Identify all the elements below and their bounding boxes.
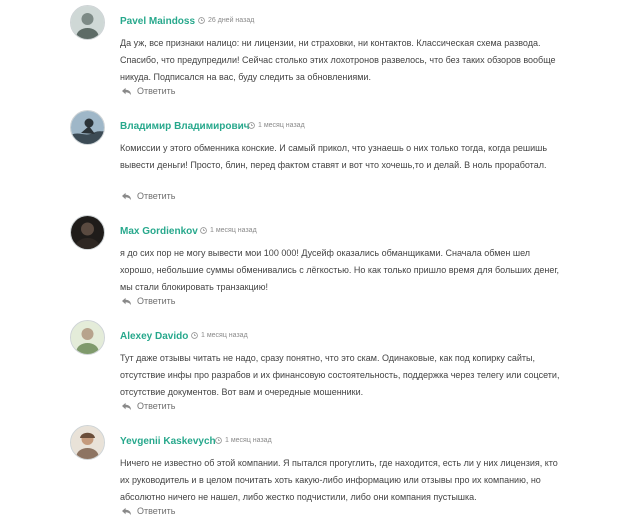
comment-meta: 1 месяц назад xyxy=(200,227,257,234)
reply-button[interactable]: Ответить xyxy=(121,401,175,411)
reply-button[interactable]: Ответить xyxy=(121,86,175,96)
user-avatar-icon xyxy=(71,111,104,144)
reply-label: Ответить xyxy=(137,401,176,411)
comment-text: Ничего не известно об этой компании. Я п… xyxy=(120,458,558,502)
avatar[interactable] xyxy=(70,215,105,250)
reply-arrow-icon xyxy=(121,507,132,516)
avatar[interactable] xyxy=(70,425,105,460)
clock-icon xyxy=(248,122,255,129)
comments-list: Pavel Maindoss 26 дней назад Да уж, все … xyxy=(0,0,641,532)
comment-text: Да уж, все признаки налицо: ни лицензии,… xyxy=(120,38,556,82)
comment-meta: 26 дней назад xyxy=(198,17,254,24)
clock-icon xyxy=(200,227,207,234)
comment-text: Комиссии у этого обменника конские. И са… xyxy=(120,143,548,170)
comment-time: 1 месяц назад xyxy=(210,227,257,234)
reply-label: Ответить xyxy=(137,506,176,516)
comment-text: я до сих пор не могу вывести мои 100 000… xyxy=(120,248,560,292)
comment-item: Yevgenii Kaskevych 1 месяц назад Ничего … xyxy=(0,425,641,530)
avatar[interactable] xyxy=(70,320,105,355)
comment-time: 26 дней назад xyxy=(208,17,255,24)
comment-item: Max Gordienkov 1 месяц назад я до сих по… xyxy=(0,215,641,320)
reply-arrow-icon xyxy=(121,87,132,96)
clock-icon xyxy=(198,17,205,24)
user-avatar-icon xyxy=(71,321,104,354)
comment-author[interactable]: Yevgenii Kaskevych xyxy=(120,436,216,447)
comment-author[interactable]: Max Gordienkov xyxy=(120,226,198,237)
reply-arrow-icon xyxy=(121,192,132,201)
clock-icon xyxy=(215,437,222,444)
user-avatar-icon xyxy=(71,426,104,459)
comment-item: Pavel Maindoss 26 дней назад Да уж, все … xyxy=(0,5,641,110)
comment-item: Alexey Davido 1 месяц назад Тут даже отз… xyxy=(0,320,641,425)
comment-text: Тут даже отзывы читать не надо, сразу по… xyxy=(120,353,560,397)
comment-author[interactable]: Владимир Владимирович xyxy=(120,121,250,132)
comment-author[interactable]: Pavel Maindoss xyxy=(120,16,195,27)
reply-label: Ответить xyxy=(137,296,176,306)
reply-button[interactable]: Ответить xyxy=(121,191,175,201)
reply-arrow-icon xyxy=(121,402,132,411)
reply-label: Ответить xyxy=(137,86,176,96)
comment-meta: 1 месяц назад xyxy=(215,437,272,444)
comment-time: 1 месяц назад xyxy=(201,332,248,339)
avatar[interactable] xyxy=(70,110,105,145)
reply-button[interactable]: Ответить xyxy=(121,296,175,306)
comment-item: Владимир Владимирович 1 месяц назад Коми… xyxy=(0,110,641,215)
avatar[interactable] xyxy=(70,5,105,40)
comment-time: 1 месяц назад xyxy=(258,122,305,129)
clock-icon xyxy=(191,332,198,339)
user-avatar-icon xyxy=(71,216,104,249)
reply-button[interactable]: Ответить xyxy=(121,506,175,516)
reply-label: Ответить xyxy=(137,191,176,201)
reply-arrow-icon xyxy=(121,297,132,306)
comment-meta: 1 месяц назад xyxy=(248,122,305,129)
comment-author[interactable]: Alexey Davido xyxy=(120,331,188,342)
comment-meta: 1 месяц назад xyxy=(191,332,248,339)
user-avatar-icon xyxy=(71,6,104,39)
comment-time: 1 месяц назад xyxy=(225,437,272,444)
